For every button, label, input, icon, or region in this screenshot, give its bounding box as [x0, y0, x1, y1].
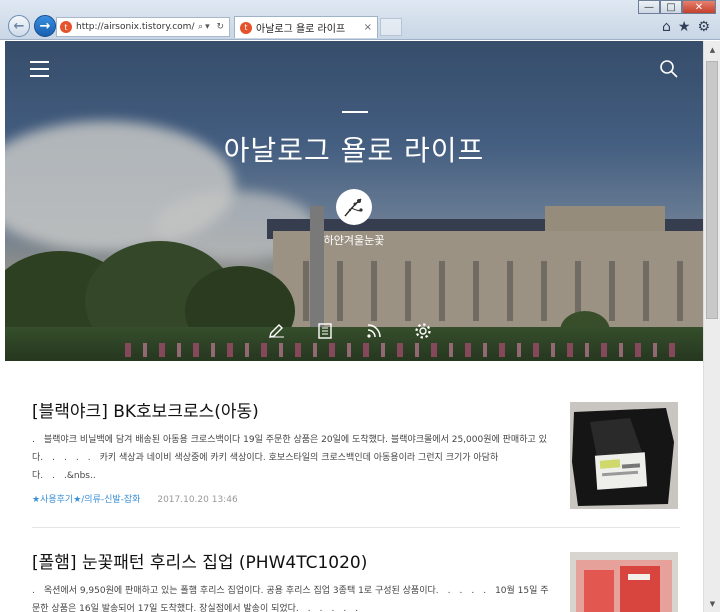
maximize-button[interactable]: □ [660, 0, 682, 14]
favorites-star-icon[interactable]: ★ [678, 19, 691, 35]
post-thumbnail-image[interactable] [570, 402, 678, 509]
post-excerpt: . 블랙야크 비닐백에 담겨 배송된 아동용 크로스백이다 19일 주문한 상품… [32, 435, 547, 481]
home-icon[interactable]: ⌂ [662, 19, 671, 35]
settings-gear-icon[interactable]: ⚙ [697, 19, 710, 35]
tab-favicon-icon: t [240, 21, 252, 34]
author-avatar[interactable] [336, 189, 372, 225]
rss-feed-icon[interactable] [365, 322, 383, 340]
forward-button[interactable]: → [34, 15, 56, 37]
back-button[interactable]: ← [8, 15, 30, 37]
browser-toolbar: ⌂ ★ ⚙ [662, 19, 710, 35]
blog-header-hero: 아날로그 욜로 라이프 하얀겨울눈꽃 [5, 41, 703, 361]
scroll-down-arrow-icon[interactable]: ▼ [704, 595, 720, 612]
plum-blossom-avatar-icon [344, 198, 363, 217]
forward-arrow-icon: → [39, 18, 51, 34]
back-arrow-icon: ← [13, 18, 25, 34]
post-date: 2017.10.20 13:46 [157, 495, 238, 505]
post-thumbnail-image[interactable] [570, 552, 678, 612]
browser-chrome: ← → t http://airsonix.tistory.com/ ⌕▾ ↻ … [0, 0, 720, 40]
vertical-scrollbar[interactable]: ▲ ▼ [703, 41, 720, 612]
minimize-button[interactable]: — [638, 0, 660, 14]
address-bar[interactable]: t http://airsonix.tistory.com/ ⌕▾ ↻ [56, 17, 230, 37]
settings-gear-icon[interactable] [414, 322, 432, 340]
hamburger-menu-icon[interactable] [30, 61, 49, 82]
tab-active[interactable]: t 아날로그 욜로 라이프 × [234, 16, 378, 38]
blog-title[interactable]: 아날로그 욜로 라이프 [5, 129, 703, 169]
scrollbar-thumb[interactable] [706, 61, 718, 319]
post-divider [32, 527, 680, 528]
window-close-button[interactable]: ✕ [682, 0, 716, 14]
scroll-up-arrow-icon[interactable]: ▲ [704, 41, 720, 58]
tab-title: 아날로그 욜로 라이프 [256, 24, 346, 35]
author-name[interactable]: 하얀겨울눈꽃 [5, 232, 703, 248]
window-controls: — □ ✕ [638, 0, 716, 14]
page-viewport: 아날로그 욜로 라이프 하얀겨울눈꽃 [블랙야크] BK호보크로스(아동) . … [5, 41, 703, 612]
tab-close-icon[interactable]: × [364, 22, 372, 33]
site-favicon-icon: t [60, 21, 72, 33]
title-decoration-line [342, 111, 368, 113]
hero-action-icons [267, 322, 432, 340]
pencil-write-icon[interactable] [267, 322, 285, 340]
address-search-refresh-icons[interactable]: ⌕▾ ↻ [198, 22, 226, 32]
post-excerpt: . 옥션에서 9,950원에 판매하고 있는 폴햄 후리스 집업이다. 공용 후… [32, 586, 549, 612]
guestbook-document-icon[interactable] [316, 322, 334, 340]
post-category-link[interactable]: ★사용후기★/의류-신발-잡화 [32, 495, 140, 505]
search-icon[interactable] [659, 59, 679, 79]
new-tab-button[interactable] [380, 18, 402, 36]
url-text: http://airsonix.tistory.com/ [76, 22, 195, 32]
